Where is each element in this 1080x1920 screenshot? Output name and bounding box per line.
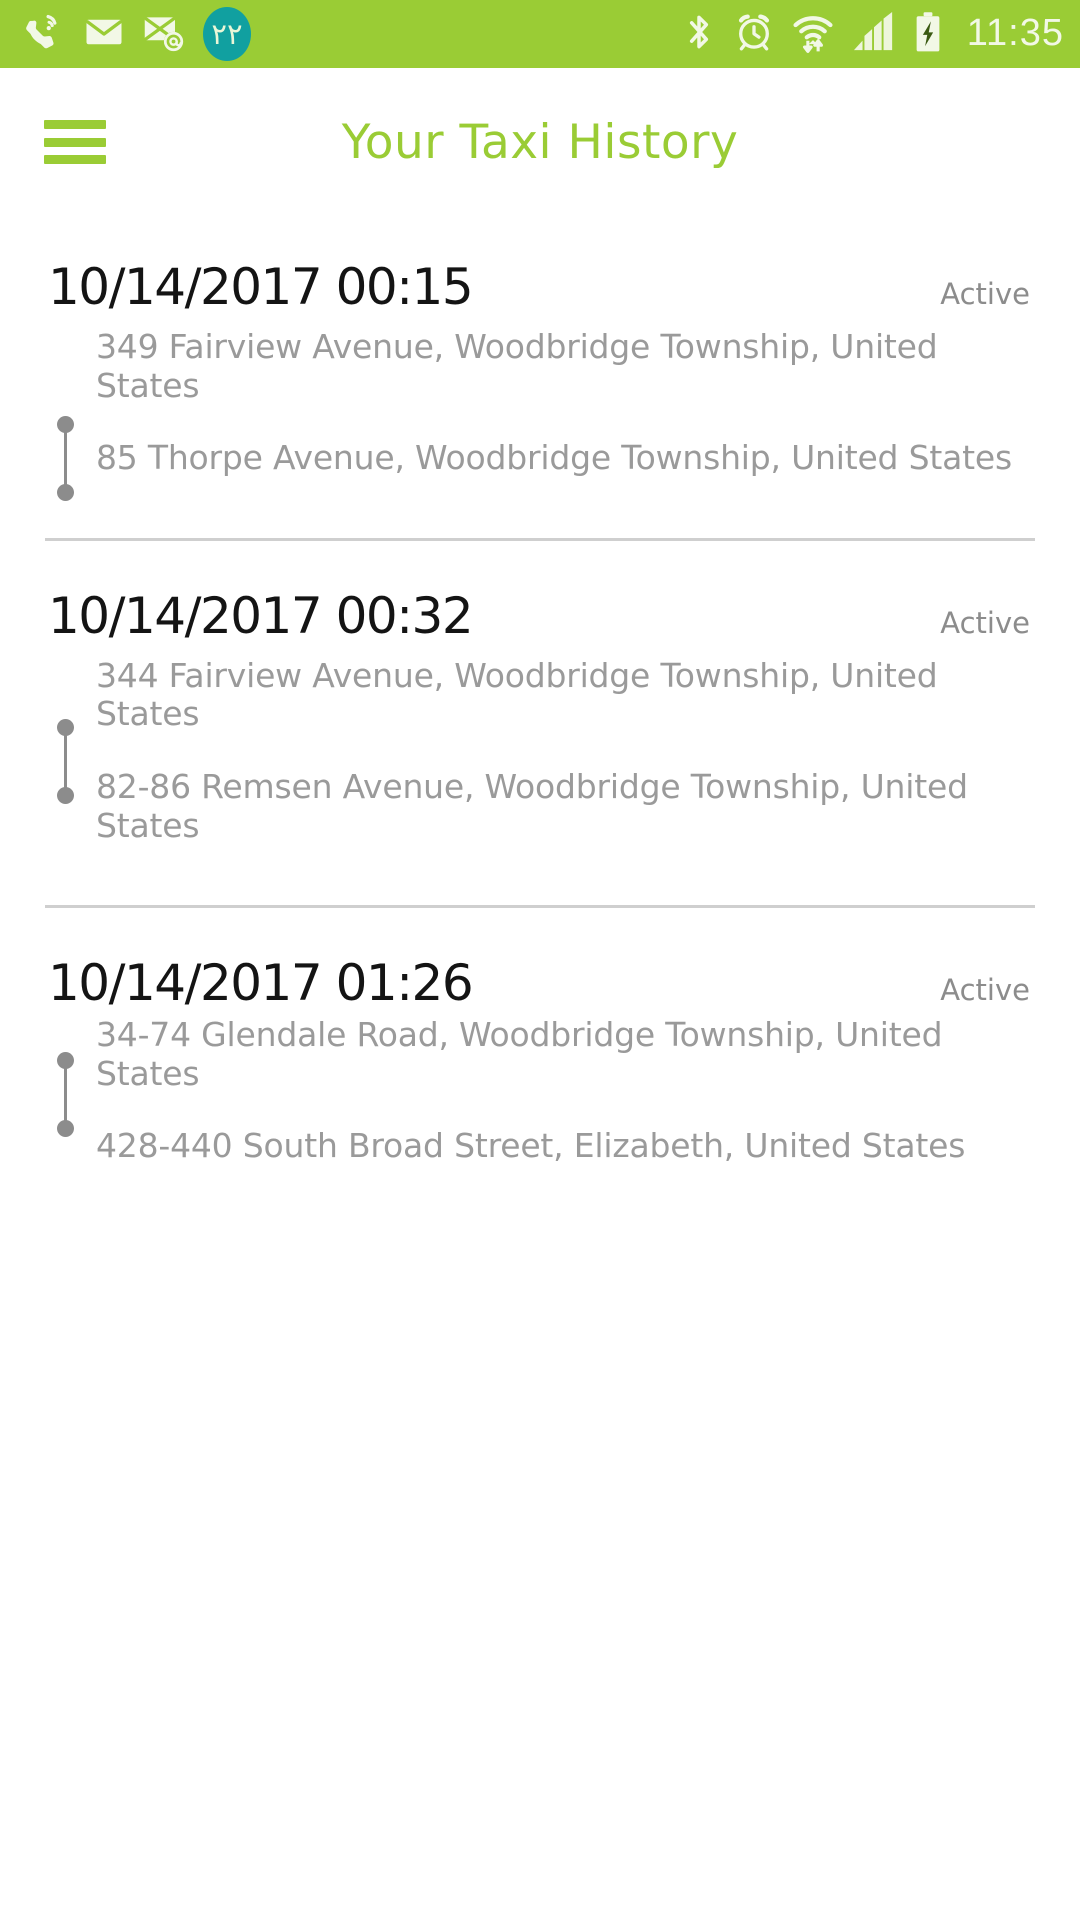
status-bar-left-icons: ٢٢ [22,7,251,61]
battery-charging-icon [913,10,943,59]
sms-message-icon [83,11,125,58]
app-header: Your Taxi History [0,68,1080,216]
notification-count-badge: ٢٢ [203,7,251,61]
origin-dot-icon [57,416,74,433]
wifi-call-icon [22,10,66,59]
route-indicator [54,657,76,845]
status-badge: Active [940,277,1030,311]
hamburger-menu-icon[interactable] [44,115,106,169]
route-connector-line [64,726,67,795]
trip-destination-address: 82-86 Remsen Avenue, Woodbridge Township… [96,767,968,845]
route-connector-line [64,1060,67,1129]
status-bar-right-icons: 11:35 [681,10,1064,59]
trip-datetime: 10/14/2017 01:26 [48,954,474,1013]
trip-header: 10/14/2017 00:15 Active [48,258,1032,316]
origin-dot-icon [57,1052,74,1070]
trip-origin-address: 349 Fairview Avenue, Woodbridge Township… [96,327,938,405]
trip-route: 349 Fairview Avenue, Woodbridge Township… [48,327,1032,501]
trip-origin-address: 344 Fairview Avenue, Woodbridge Township… [96,655,938,734]
email-at-icon [142,10,186,59]
trip-list-item[interactable]: 10/14/2017 00:32 Active 344 Fairview Ave… [0,541,1080,905]
trip-header: 10/14/2017 00:32 Active [48,587,1032,645]
bluetooth-icon [681,10,717,59]
trip-destination-address: 85 Thorpe Avenue, Woodbridge Township, U… [96,438,1012,478]
hamburger-bar-top [44,120,106,129]
trip-list-item[interactable]: 10/14/2017 01:26 Active 34-74 Glendale R… [0,908,1080,1166]
trip-route: 344 Fairview Avenue, Woodbridge Township… [48,655,1032,845]
wifi-transfer-icon [791,10,835,59]
route-indicator [54,1016,76,1166]
trip-origin-address: 34-74 Glendale Road, Woodbridge Township… [96,1015,943,1093]
trip-datetime: 10/14/2017 00:32 [48,586,474,645]
status-badge: Active [940,973,1030,1008]
origin-dot-icon [57,718,74,736]
status-bar: ٢٢ 11:35 [0,0,1080,68]
status-badge: Active [940,605,1030,640]
trip-header: 10/14/2017 01:26 Active [48,954,1032,1012]
hamburger-bar-middle [44,137,106,147]
trip-list-item[interactable]: 10/14/2017 00:15 Active 349 Fairview Ave… [0,258,1080,538]
destination-dot-icon [57,786,74,804]
hamburger-bar-bottom [44,155,106,164]
route-indicator [54,328,76,501]
taxi-history-list: 10/14/2017 00:15 Active 349 Fairview Ave… [0,216,1080,1167]
trip-route: 34-74 Glendale Road, Woodbridge Township… [48,1015,1032,1166]
route-connector-line [64,424,67,492]
cellular-signal-icon [851,11,897,58]
trip-datetime: 10/14/2017 00:15 [48,258,474,316]
destination-dot-icon [57,1120,74,1138]
alarm-clock-icon [733,11,775,58]
page-title: Your Taxi History [341,114,739,170]
status-bar-clock: 11:35 [966,12,1064,54]
trip-destination-address: 428-440 South Broad Street, Elizabeth, U… [96,1126,966,1166]
destination-dot-icon [57,484,74,501]
